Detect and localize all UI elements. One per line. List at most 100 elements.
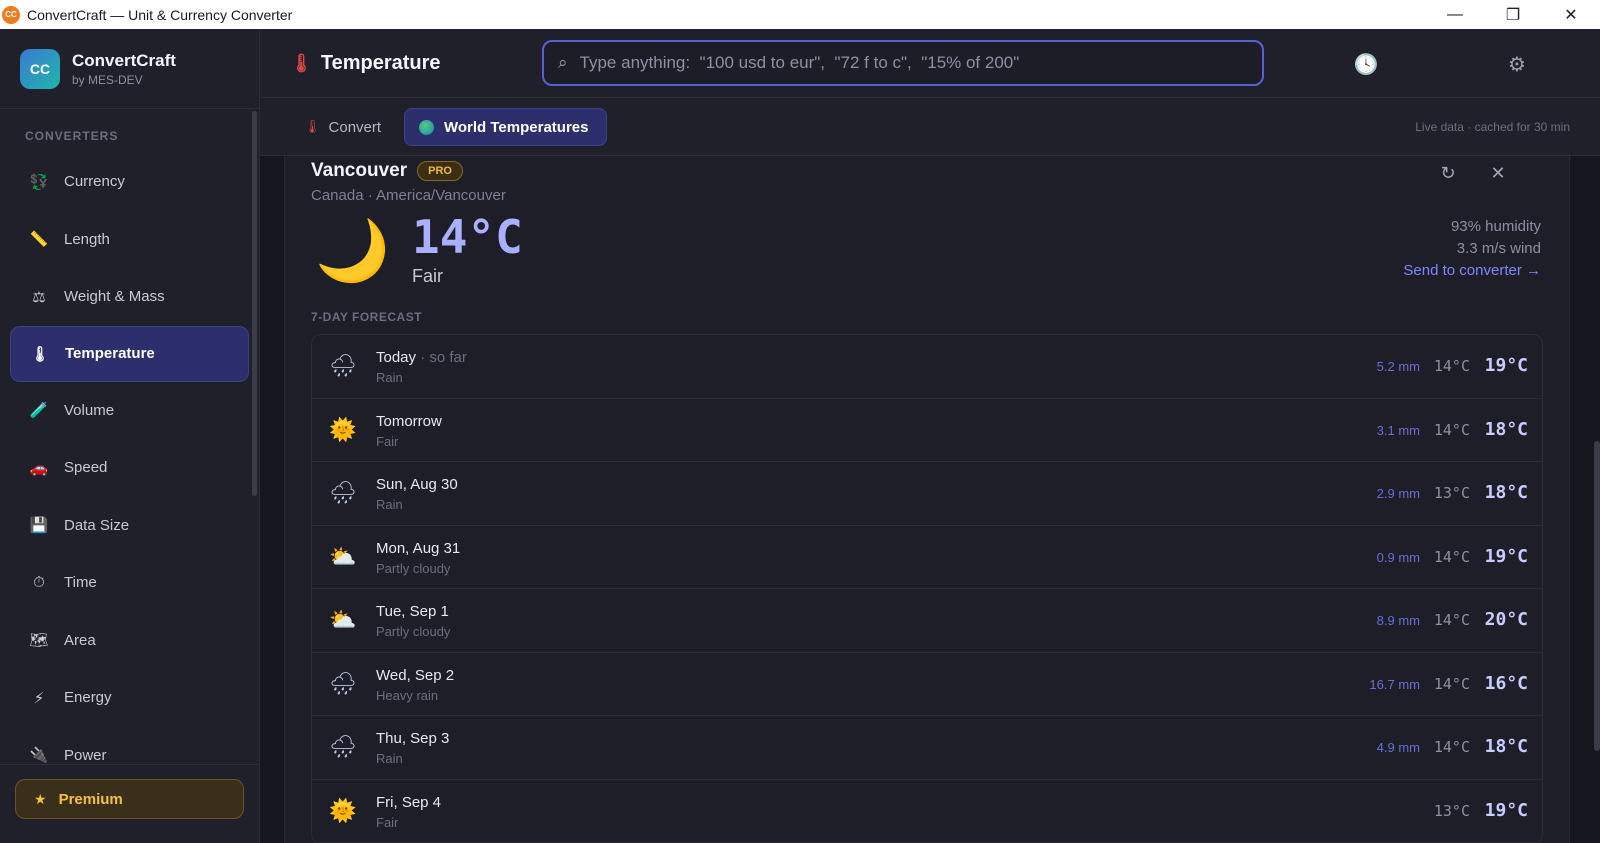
rain-icon: 🌧 bbox=[329, 670, 357, 696]
premium-label: Premium bbox=[58, 790, 123, 808]
remove-city-button[interactable]: ✕ bbox=[1485, 160, 1511, 186]
sidebar-item-volume[interactable]: 🧪 Volume bbox=[0, 382, 259, 440]
sidebar-item-label: Data Size bbox=[64, 516, 130, 534]
forecast-condition: Rain bbox=[376, 751, 403, 766]
gear-icon: ⚙ bbox=[1508, 53, 1526, 76]
test-tube-icon: 🧪 bbox=[29, 402, 49, 420]
thermometer-icon: 🌡 bbox=[304, 119, 321, 134]
forecast-condition: Rain bbox=[376, 497, 403, 512]
settings-button[interactable]: ⚙ bbox=[1503, 50, 1531, 78]
sidebar-item-area[interactable]: 🗺 Area bbox=[0, 612, 259, 670]
main-scrollbar[interactable] bbox=[1594, 441, 1600, 751]
pro-badge: PRO bbox=[417, 161, 463, 181]
forecast-low: 14°C bbox=[1433, 547, 1470, 566]
forecast-high: 18°C bbox=[1484, 736, 1528, 757]
forecast-high: 19°C bbox=[1484, 355, 1528, 376]
refresh-button[interactable]: ↻ bbox=[1435, 160, 1461, 186]
premium-button[interactable]: ★ Premium bbox=[15, 779, 244, 819]
forecast-row: ⛅ Mon, Aug 31 Partly cloudy 0.9 mm 14°C 19°C bbox=[312, 526, 1542, 589]
rain-icon: 🌧 bbox=[329, 480, 357, 505]
moon-icon: 🌙 bbox=[315, 217, 390, 284]
sidebar-item-time[interactable]: ⏱ Time bbox=[0, 554, 259, 612]
tab-convert-label: Convert bbox=[328, 118, 382, 136]
forecast-day-label: Tue, Sep 1 bbox=[376, 603, 449, 620]
clock-icon: 🕓 bbox=[1353, 53, 1379, 76]
forecast-row: 🌧 Sun, Aug 30 Rain 2.9 mm 13°C 18°C bbox=[312, 462, 1542, 526]
sidebar-item-label: Currency bbox=[64, 173, 125, 191]
rain-icon: 🌧 bbox=[329, 734, 357, 759]
converter-nav: 💱 Currency 📏 Length ⚖ Weight & Mass 🌡 Temperatu… bbox=[0, 153, 259, 784]
minimize-button[interactable]: — bbox=[1426, 0, 1484, 29]
forecast-condition: Partly cloudy bbox=[376, 560, 451, 576]
page-title: 🌡 Temperature bbox=[290, 29, 441, 98]
close-icon: ✕ bbox=[1490, 162, 1506, 183]
tab-world-temperatures-label: World Temperatures bbox=[444, 118, 589, 136]
forecast-day-label: Wed, Sep 2 bbox=[376, 666, 455, 684]
search-box[interactable]: ⌕ bbox=[542, 40, 1264, 86]
forecast-low: 13°C bbox=[1433, 484, 1470, 502]
sidebar-item-energy[interactable]: ⚡ Energy bbox=[0, 669, 259, 727]
forecast-list: 🌧 Today · so far Rain 5.2 mm 14°C 19°C 🌞 Tomorr… bbox=[311, 334, 1543, 843]
sidebar-item-label: Energy bbox=[64, 689, 112, 707]
close-window-button[interactable]: ✕ bbox=[1542, 0, 1600, 29]
forecast-day-suffix: · so far bbox=[416, 349, 467, 366]
sidebar-item-currency[interactable]: 💱 Currency bbox=[0, 153, 259, 211]
forecast-low: 14°C bbox=[1433, 420, 1470, 439]
forecast-row: 🌞 Tomorrow Fair 3.1 mm 14°C 18°C bbox=[312, 399, 1542, 462]
forecast-low: 13°C bbox=[1433, 801, 1470, 820]
sidebar-item-speed[interactable]: 🚗 Speed bbox=[0, 439, 259, 497]
forecast-day: Wed, Sep 2 bbox=[376, 667, 454, 684]
sidebar-item-label: Weight & Mass bbox=[64, 288, 165, 306]
city-name: Vancouver bbox=[311, 160, 408, 181]
sidebar-scrollbar[interactable] bbox=[252, 111, 257, 496]
wind-value: 3.3 m/s wind bbox=[1456, 240, 1541, 257]
lightning-icon: ⚡ bbox=[33, 689, 45, 707]
globe-icon bbox=[419, 119, 434, 135]
plug-icon: 🔌 bbox=[29, 747, 49, 765]
live-data-note: Live data · cached for 30 min bbox=[1415, 120, 1570, 134]
send-to-converter-link[interactable]: Send to converter → bbox=[1241, 262, 1541, 284]
window-titlebar: CC ConvertCraft — Unit & Currency Conver… bbox=[0, 0, 1600, 29]
forecast-low: 14°C bbox=[1433, 611, 1470, 629]
forecast-day: Fri, Sep 4 bbox=[376, 794, 441, 811]
sidebar-item-length[interactable]: 📏 Length bbox=[0, 211, 259, 269]
forecast-label: 7-DAY FORECAST bbox=[311, 310, 423, 324]
map-icon: 🗺 bbox=[29, 632, 49, 650]
sidebar-item-label: Volume bbox=[64, 401, 115, 419]
thermometer-icon: 🌡 bbox=[290, 53, 313, 73]
sidebar-item-weight-mass[interactable]: ⚖ Weight & Mass bbox=[0, 268, 259, 326]
page-title-text: Temperature bbox=[320, 52, 441, 74]
forecast-row: ⛅ Tue, Sep 1 Partly cloudy 8.9 mm 14°C 20°C bbox=[312, 589, 1542, 653]
search-icon: ⌕ bbox=[558, 53, 568, 72]
floppy-disk-icon: 💾 bbox=[29, 517, 49, 535]
forecast-day-label: Today bbox=[376, 349, 417, 366]
star-icon: ★ bbox=[34, 790, 47, 807]
brand-subtitle: by MES-DEV bbox=[72, 72, 143, 87]
thermometer-icon: 🌡 bbox=[30, 345, 50, 363]
tab-convert[interactable]: 🌡 Convert bbox=[290, 108, 395, 146]
car-icon: 🚗 bbox=[29, 459, 49, 477]
cloud-icon: ⛅ bbox=[329, 543, 357, 569]
forecast-precipitation: 2.9 mm bbox=[1376, 486, 1420, 501]
city-weather-card: Vancouver PRO Canada · America/Vancouver… bbox=[284, 156, 1570, 843]
forecast-row: 🌧 Thu, Sep 3 Rain 4.9 mm 14°C 18°C bbox=[312, 716, 1542, 780]
forecast-day-label: Thu, Sep 3 bbox=[376, 730, 450, 747]
history-button[interactable]: 🕓 bbox=[1352, 50, 1380, 78]
forecast-low: 14°C bbox=[1433, 357, 1470, 375]
forecast-day-label: Tomorrow bbox=[376, 412, 442, 430]
sidebar: CC ConvertCraft by MES-DEV CONVERTERS 💱 C… bbox=[0, 29, 260, 843]
sidebar-item-temperature[interactable]: 🌡 Temperature bbox=[10, 325, 249, 382]
restore-button[interactable]: ❐ bbox=[1484, 0, 1542, 29]
tabs-bar: 🌡 Convert World Temperatures Live data ·… bbox=[260, 98, 1600, 156]
forecast-high: 18°C bbox=[1484, 482, 1528, 503]
forecast-day: Today · so far bbox=[376, 349, 467, 366]
tab-world-temperatures[interactable]: World Temperatures bbox=[404, 108, 607, 146]
refresh-icon: ↻ bbox=[1440, 162, 1456, 183]
stopwatch-icon: ⏱ bbox=[33, 574, 45, 592]
search-input[interactable] bbox=[579, 53, 1220, 73]
currency-icon: 💱 bbox=[29, 173, 49, 191]
forecast-day: Tomorrow bbox=[376, 413, 442, 430]
sidebar-item-data-size[interactable]: 💾 Data Size bbox=[0, 497, 259, 555]
humidity-value: 93% humidity bbox=[1450, 218, 1541, 235]
sun-icon: 🌞 bbox=[329, 797, 357, 823]
